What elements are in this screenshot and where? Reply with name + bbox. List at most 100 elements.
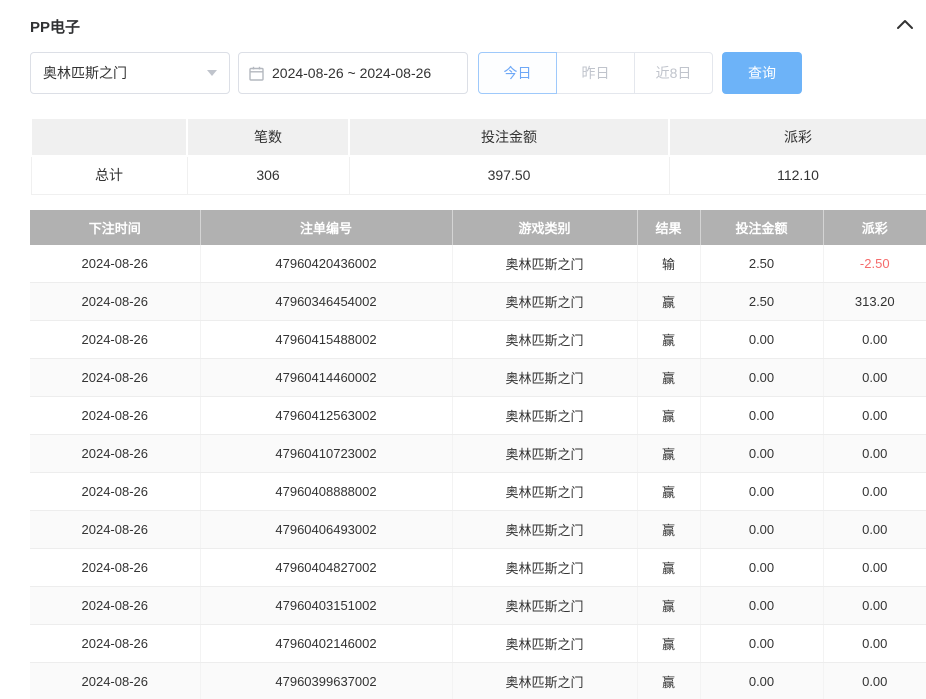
cell-result: 赢 xyxy=(637,587,700,625)
cell-id: 47960410723002 xyxy=(200,435,452,473)
cell-time: 2024-08-26 xyxy=(30,549,200,587)
query-button[interactable]: 查询 xyxy=(722,52,802,94)
cell-amount: 0.00 xyxy=(700,549,823,587)
cell-payout: 313.20 xyxy=(823,283,926,321)
chevron-down-icon xyxy=(207,70,217,76)
cell-amount: 0.00 xyxy=(700,587,823,625)
cell-game: 奥林匹斯之门 xyxy=(452,625,637,663)
cell-payout: 0.00 xyxy=(823,587,926,625)
cell-payout: 0.00 xyxy=(823,321,926,359)
last8days-button[interactable]: 近8日 xyxy=(634,52,713,94)
table-row: 2024-08-2647960414460002奥林匹斯之门赢0.000.00 xyxy=(30,359,926,397)
cell-payout: 0.00 xyxy=(823,473,926,511)
cell-payout: 0.00 xyxy=(823,397,926,435)
header-payout: 派彩 xyxy=(823,210,926,245)
summary-header-payout: 派彩 xyxy=(669,118,926,156)
cell-id: 47960412563002 xyxy=(200,397,452,435)
cell-payout: -2.50 xyxy=(823,245,926,283)
collapse-button[interactable] xyxy=(896,17,914,35)
cell-id: 47960420436002 xyxy=(200,245,452,283)
summary-header-blank xyxy=(31,118,187,156)
table-row: 2024-08-2647960415488002奥林匹斯之门赢0.000.00 xyxy=(30,321,926,359)
calendar-icon xyxy=(249,66,264,81)
summary-table: 笔数 投注金额 派彩 总计 306 397.50 112.10 xyxy=(30,117,926,195)
game-select-value: 奥林匹斯之门 xyxy=(43,63,127,83)
cell-amount: 2.50 xyxy=(700,245,823,283)
cell-time: 2024-08-26 xyxy=(30,511,200,549)
table-row: 2024-08-2647960420436002奥林匹斯之门输2.50-2.50 xyxy=(30,245,926,283)
table-row: 2024-08-2647960403151002奥林匹斯之门赢0.000.00 xyxy=(30,587,926,625)
cell-amount: 0.00 xyxy=(700,625,823,663)
records-header-row: 下注时间 注单编号 游戏类别 结果 投注金额 派彩 xyxy=(30,210,926,245)
summary-total-label: 总计 xyxy=(31,156,187,194)
summary-payout-value: 112.10 xyxy=(669,156,926,194)
cell-game: 奥林匹斯之门 xyxy=(452,397,637,435)
cell-time: 2024-08-26 xyxy=(30,245,200,283)
cell-time: 2024-08-26 xyxy=(30,435,200,473)
cell-game: 奥林匹斯之门 xyxy=(452,587,637,625)
header-bet-time: 下注时间 xyxy=(30,210,200,245)
cell-result: 赢 xyxy=(637,283,700,321)
game-select[interactable]: 奥林匹斯之门 xyxy=(30,52,230,94)
cell-result: 赢 xyxy=(637,397,700,435)
cell-game: 奥林匹斯之门 xyxy=(452,473,637,511)
records-table: 下注时间 注单编号 游戏类别 结果 投注金额 派彩 2024-08-264796… xyxy=(30,210,926,699)
cell-result: 赢 xyxy=(637,625,700,663)
cell-result: 赢 xyxy=(637,321,700,359)
cell-amount: 0.00 xyxy=(700,511,823,549)
cell-amount: 0.00 xyxy=(700,359,823,397)
table-row: 2024-08-2647960408888002奥林匹斯之门赢0.000.00 xyxy=(30,473,926,511)
cell-payout: 0.00 xyxy=(823,511,926,549)
cell-id: 47960402146002 xyxy=(200,625,452,663)
chevron-up-icon xyxy=(896,17,914,35)
cell-result: 赢 xyxy=(637,359,700,397)
summary-count-value: 306 xyxy=(187,156,349,194)
cell-id: 47960346454002 xyxy=(200,283,452,321)
cell-amount: 0.00 xyxy=(700,321,823,359)
table-row: 2024-08-2647960406493002奥林匹斯之门赢0.000.00 xyxy=(30,511,926,549)
filter-bar: 奥林匹斯之门 2024-08-26 ~ 2024-08-26 今日 昨日 近8日… xyxy=(30,52,926,94)
quick-range-group: 今日 昨日 近8日 xyxy=(478,52,713,94)
cell-amount: 2.50 xyxy=(700,283,823,321)
cell-result: 赢 xyxy=(637,473,700,511)
cell-result: 赢 xyxy=(637,511,700,549)
cell-time: 2024-08-26 xyxy=(30,397,200,435)
cell-result: 输 xyxy=(637,245,700,283)
cell-id: 47960406493002 xyxy=(200,511,452,549)
cell-result: 赢 xyxy=(637,549,700,587)
cell-time: 2024-08-26 xyxy=(30,283,200,321)
cell-payout: 0.00 xyxy=(823,663,926,699)
pp-panel: PP电子 奥林匹斯之门 2024-08-26 ~ 2024-08-26 今日 昨… xyxy=(0,0,926,699)
date-range-value: 2024-08-26 ~ 2024-08-26 xyxy=(272,65,431,81)
cell-payout: 0.00 xyxy=(823,359,926,397)
cell-game: 奥林匹斯之门 xyxy=(452,283,637,321)
panel-title: PP电子 xyxy=(30,16,80,37)
header-result: 结果 xyxy=(637,210,700,245)
summary-header-count: 笔数 xyxy=(187,118,349,156)
cell-game: 奥林匹斯之门 xyxy=(452,511,637,549)
table-row: 2024-08-2647960346454002奥林匹斯之门赢2.50313.2… xyxy=(30,283,926,321)
cell-game: 奥林匹斯之门 xyxy=(452,435,637,473)
cell-game: 奥林匹斯之门 xyxy=(452,321,637,359)
summary-header-row: 笔数 投注金额 派彩 xyxy=(31,118,926,156)
date-range-picker[interactable]: 2024-08-26 ~ 2024-08-26 xyxy=(238,52,468,94)
table-row: 2024-08-2647960399637002奥林匹斯之门赢0.000.00 xyxy=(30,663,926,699)
summary-total-row: 总计 306 397.50 112.10 xyxy=(31,156,926,194)
cell-time: 2024-08-26 xyxy=(30,587,200,625)
cell-time: 2024-08-26 xyxy=(30,359,200,397)
cell-id: 47960414460002 xyxy=(200,359,452,397)
cell-time: 2024-08-26 xyxy=(30,473,200,511)
cell-id: 47960415488002 xyxy=(200,321,452,359)
cell-result: 赢 xyxy=(637,663,700,699)
cell-amount: 0.00 xyxy=(700,663,823,699)
yesterday-button[interactable]: 昨日 xyxy=(556,52,635,94)
cell-game: 奥林匹斯之门 xyxy=(452,245,637,283)
cell-amount: 0.00 xyxy=(700,435,823,473)
panel-header: PP电子 xyxy=(30,0,926,38)
cell-time: 2024-08-26 xyxy=(30,625,200,663)
cell-amount: 0.00 xyxy=(700,473,823,511)
table-row: 2024-08-2647960410723002奥林匹斯之门赢0.000.00 xyxy=(30,435,926,473)
cell-id: 47960403151002 xyxy=(200,587,452,625)
cell-payout: 0.00 xyxy=(823,435,926,473)
today-button[interactable]: 今日 xyxy=(478,52,557,94)
